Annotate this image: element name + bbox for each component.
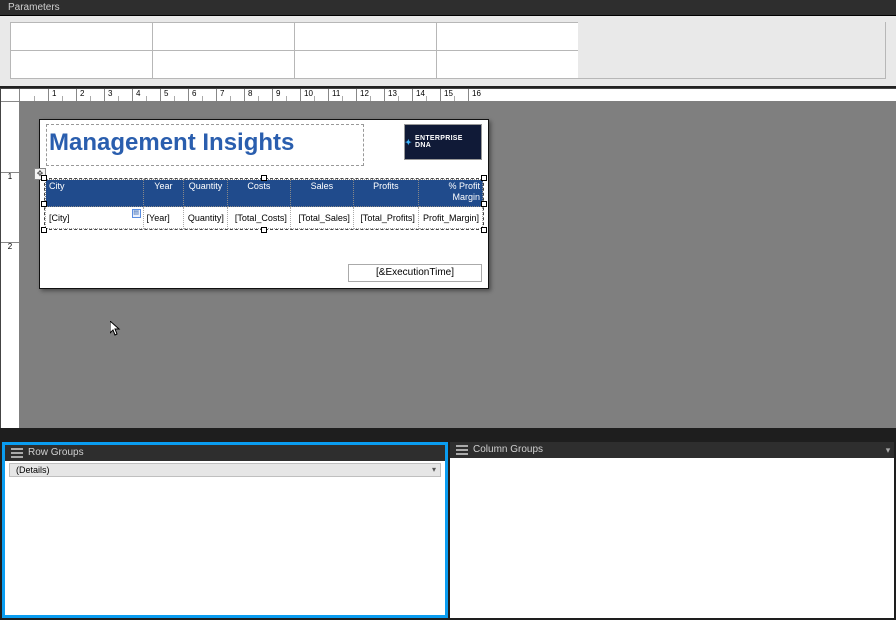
param-cell[interactable] bbox=[152, 50, 294, 78]
resize-handle[interactable] bbox=[481, 227, 487, 233]
row-groups-pane[interactable]: Row Groups (Details) ▾ bbox=[2, 442, 448, 618]
parameters-panel-title: Parameters bbox=[8, 2, 60, 13]
report-title[interactable]: Management Insights bbox=[46, 124, 364, 166]
report-footer-execution-time[interactable]: [&ExecutionTime] bbox=[348, 264, 482, 282]
ruler-tick: 2 bbox=[76, 89, 84, 101]
parameters-panel-header[interactable]: Parameters bbox=[0, 0, 896, 16]
col-header-costs[interactable]: Costs bbox=[227, 180, 290, 207]
tablix-header-row[interactable]: City Year Quantity Costs Sales Profits %… bbox=[46, 180, 483, 207]
param-cell[interactable] bbox=[436, 22, 578, 50]
tablix-selected[interactable]: ✥ bbox=[44, 178, 484, 230]
row-group-item-details[interactable]: (Details) ▾ bbox=[9, 463, 441, 477]
groups-panels: Row Groups (Details) ▾ Column Groups ▾ bbox=[0, 440, 896, 620]
column-groups-header[interactable]: Column Groups ▾ bbox=[450, 442, 894, 458]
cell-costs[interactable]: [Total_Costs] bbox=[227, 207, 290, 229]
report-body[interactable]: Management Insights ENTERPRISE DNA ✥ bbox=[39, 119, 489, 289]
design-surface: 12345678910111213141516 12 Management In… bbox=[0, 88, 896, 428]
cell-profits[interactable]: [Total_Profits] bbox=[353, 207, 418, 229]
resize-handle[interactable] bbox=[481, 175, 487, 181]
chevron-down-icon[interactable]: ▾ bbox=[428, 464, 440, 476]
ruler-tick: 2 bbox=[1, 242, 19, 251]
tablix-data-row[interactable]: [City] ▤ [Year] Quantity] [Total_Costs] … bbox=[46, 207, 483, 229]
parameters-grid[interactable] bbox=[10, 22, 886, 79]
ruler-tick: 8 bbox=[244, 89, 252, 101]
ruler-tick: 9 bbox=[272, 89, 280, 101]
report-logo[interactable]: ENTERPRISE DNA bbox=[404, 124, 482, 160]
ruler-tick: 1 bbox=[1, 172, 19, 181]
row-groups-body[interactable]: (Details) ▾ bbox=[5, 461, 445, 615]
row-group-item-label: (Details) bbox=[16, 464, 50, 476]
ruler-tick: 14 bbox=[412, 89, 425, 101]
col-header-city[interactable]: City bbox=[46, 180, 144, 207]
resize-handle[interactable] bbox=[261, 175, 267, 181]
ruler-horizontal-scale[interactable]: 12345678910111213141516 bbox=[19, 89, 896, 101]
ruler-tick: 5 bbox=[160, 89, 168, 101]
row-groups-icon bbox=[11, 448, 23, 458]
cell-year[interactable]: [Year] bbox=[143, 207, 184, 229]
row-groups-header[interactable]: Row Groups bbox=[5, 445, 445, 461]
col-header-profit-margin[interactable]: % Profit Margin bbox=[418, 180, 482, 207]
cell-city[interactable]: [City] ▤ bbox=[46, 207, 144, 229]
ruler-horizontal: 12345678910111213141516 bbox=[1, 89, 896, 101]
ruler-tick: 12 bbox=[356, 89, 369, 101]
ruler-tick: 15 bbox=[440, 89, 453, 101]
ruler-tick: 6 bbox=[188, 89, 196, 101]
ruler-tick: 11 bbox=[328, 89, 340, 101]
param-cell[interactable] bbox=[152, 22, 294, 50]
ruler-corner bbox=[1, 89, 19, 101]
param-cell[interactable] bbox=[10, 22, 152, 50]
col-header-quantity[interactable]: Quantity bbox=[184, 180, 228, 207]
ruler-tick: 3 bbox=[104, 89, 112, 101]
row-group-indicator-icon[interactable]: ▤ bbox=[132, 209, 141, 218]
param-cell[interactable] bbox=[294, 22, 436, 50]
cell-quantity[interactable]: Quantity] bbox=[184, 207, 228, 229]
ruler-tick: 1 bbox=[48, 89, 56, 101]
ruler-vertical-scale[interactable]: 12 bbox=[1, 101, 19, 428]
column-groups-body[interactable] bbox=[450, 458, 894, 618]
col-header-profits[interactable]: Profits bbox=[353, 180, 418, 207]
ruler-tick: 4 bbox=[132, 89, 140, 101]
parameters-grid-area bbox=[0, 16, 896, 88]
column-groups-title: Column Groups bbox=[473, 442, 543, 458]
col-header-year[interactable]: Year bbox=[143, 180, 184, 207]
param-cell[interactable] bbox=[10, 50, 152, 78]
cell-sales[interactable]: [Total_Sales] bbox=[290, 207, 353, 229]
pane-toggle-icon[interactable]: ▾ bbox=[882, 442, 894, 458]
resize-handle[interactable] bbox=[261, 227, 267, 233]
ruler-tick: 13 bbox=[384, 89, 397, 101]
tablix-table[interactable]: City Year Quantity Costs Sales Profits %… bbox=[45, 179, 483, 229]
cursor-icon bbox=[110, 321, 122, 337]
logo-text: ENTERPRISE DNA bbox=[415, 135, 481, 149]
resize-handle[interactable] bbox=[481, 201, 487, 207]
col-header-sales[interactable]: Sales bbox=[290, 180, 353, 207]
param-cell[interactable] bbox=[436, 50, 578, 78]
resize-handle[interactable] bbox=[41, 175, 47, 181]
column-groups-icon bbox=[456, 445, 468, 455]
column-groups-pane[interactable]: Column Groups ▾ bbox=[450, 442, 894, 618]
ruler-tick: 7 bbox=[216, 89, 224, 101]
cell-profitmargin[interactable]: Profit_Margin] bbox=[418, 207, 482, 229]
report-canvas[interactable]: Management Insights ENTERPRISE DNA ✥ bbox=[19, 101, 896, 428]
param-cell[interactable] bbox=[294, 50, 436, 78]
ruler-tick: 16 bbox=[468, 89, 481, 101]
ruler-tick: 10 bbox=[300, 89, 313, 101]
row-groups-title: Row Groups bbox=[28, 445, 84, 461]
